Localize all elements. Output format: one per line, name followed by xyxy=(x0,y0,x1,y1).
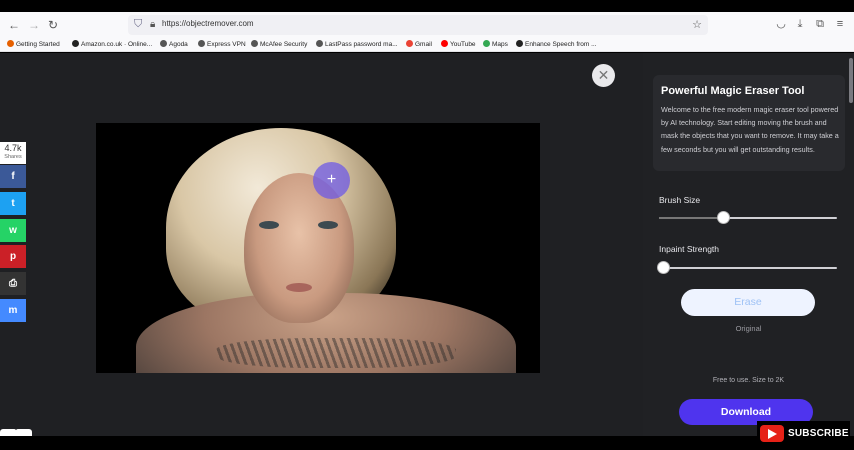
bookmark-favicon-icon xyxy=(316,40,323,47)
editor-workspace: ✕ + 4.7k Shares f t w p ⎙ m ⌃ xyxy=(0,53,643,436)
bookmark-item[interactable]: Agoda xyxy=(160,40,188,48)
bookmark-favicon-icon xyxy=(72,40,79,47)
bookmark-label: Express VPN xyxy=(207,41,246,48)
bookmark-item[interactable]: Express VPN xyxy=(198,40,246,48)
subscribe-overlay[interactable]: SUBSCRIBE xyxy=(757,421,850,447)
chevron-up-icon: ⌃ xyxy=(13,429,19,435)
forward-icon[interactable]: → xyxy=(26,17,42,33)
browser-toolbar: ← → ↻ ⛉ 🔒︎ https://objectremover.com ☆ ◡… xyxy=(0,12,854,38)
image-eye-right xyxy=(318,221,338,229)
pinterest-icon: p xyxy=(9,251,17,263)
bookmark-label: Amazon.co.uk · Online... xyxy=(81,41,153,48)
share-pinterest-button[interactable]: p xyxy=(0,245,26,269)
bookmark-item[interactable]: Enhance Speech from ... xyxy=(516,40,597,48)
address-bar[interactable]: ⛉ 🔒︎ https://objectremover.com ☆ xyxy=(128,15,708,35)
inpaint-strength-slider[interactable] xyxy=(656,261,837,274)
bookmark-favicon-icon xyxy=(516,40,523,47)
panel-title: Powerful Magic Eraser Tool xyxy=(661,85,805,97)
page-content: ✕ + 4.7k Shares f t w p ⎙ m ⌃ Powerful M… xyxy=(0,53,854,436)
bookmark-favicon-icon xyxy=(160,40,167,47)
twitter-icon: t xyxy=(11,197,15,209)
share-whatsapp-button[interactable]: w xyxy=(0,218,26,242)
bookmark-item[interactable]: LastPass password ma... xyxy=(316,40,398,48)
download-icon[interactable]: ⤓ xyxy=(793,17,807,31)
bookmark-label: Agoda xyxy=(169,41,188,48)
share-print-button[interactable]: ⎙ xyxy=(0,272,26,296)
menu-icon[interactable]: ≡ xyxy=(833,17,847,31)
bookmark-label: Enhance Speech from ... xyxy=(525,41,597,48)
screen: ← → ↻ ⛉ 🔒︎ https://objectremover.com ☆ ◡… xyxy=(0,0,854,450)
bookmark-label: Gmail xyxy=(415,41,432,48)
bookmark-favicon-icon xyxy=(7,40,14,47)
subscribe-label: SUBSCRIBE xyxy=(788,428,849,439)
brush-size-label: Brush Size xyxy=(659,195,701,205)
bookmark-label: LastPass password ma... xyxy=(325,41,398,48)
back-icon[interactable]: ← xyxy=(6,17,22,33)
bookmark-item[interactable]: YouTube xyxy=(441,40,476,48)
bookmark-item[interactable]: Gmail xyxy=(406,40,432,48)
share-facebook-button[interactable]: f xyxy=(0,165,26,188)
editable-image[interactable]: + xyxy=(96,123,540,373)
share-messenger-button[interactable]: m xyxy=(0,299,26,322)
brush-size-handle[interactable] xyxy=(717,211,731,224)
bookmark-label: Maps xyxy=(492,41,508,48)
bookmark-favicon-icon xyxy=(483,40,490,47)
shield-icon[interactable]: ⛉ xyxy=(134,18,142,31)
intro-card: Powerful Magic Eraser Tool Welcome to th… xyxy=(653,75,845,171)
facebook-icon: f xyxy=(11,171,15,182)
scroll-top-button[interactable]: ⌃ xyxy=(0,429,32,436)
bookmark-item[interactable]: Amazon.co.uk · Online... xyxy=(72,40,152,48)
youtube-logo-icon xyxy=(760,425,784,442)
page-scrollbar[interactable] xyxy=(849,58,853,103)
tool-panel: Powerful Magic Eraser Tool Welcome to th… xyxy=(643,53,854,436)
original-toggle[interactable]: Original xyxy=(643,324,854,333)
free-note: Free to use. Size to 2K xyxy=(712,377,785,384)
reload-icon[interactable]: ↻ xyxy=(45,17,61,33)
bookmark-star-icon[interactable]: ☆ xyxy=(692,18,702,31)
whatsapp-icon: w xyxy=(9,224,17,236)
inpaint-strength-label: Inpaint Strength xyxy=(659,244,720,254)
messenger-icon: m xyxy=(8,305,18,316)
bookmark-favicon-icon xyxy=(251,40,258,47)
share-count-label: Shares xyxy=(4,154,22,160)
share-twitter-button[interactable]: t xyxy=(0,191,26,215)
image-tattoo xyxy=(216,338,456,368)
bookmark-favicon-icon xyxy=(441,40,448,47)
extensions-icon[interactable]: ⧉ xyxy=(813,17,827,31)
pocket-icon[interactable]: ◡ xyxy=(774,17,788,31)
share-count: 4.7k Shares xyxy=(0,142,26,164)
url-text[interactable]: https://objectremover.com xyxy=(162,19,254,28)
bookmark-item[interactable]: Getting Started xyxy=(7,40,60,48)
bookmark-item[interactable]: McAfee Security xyxy=(251,40,307,48)
erase-button[interactable]: Erase xyxy=(681,289,815,316)
bookmark-favicon-icon xyxy=(406,40,413,47)
image-lips xyxy=(286,283,312,292)
lock-icon[interactable]: 🔒︎ xyxy=(150,19,155,30)
close-icon[interactable]: ✕ xyxy=(592,64,615,87)
brush-cursor[interactable]: + xyxy=(313,162,350,199)
panel-description: Welcome to the free modern magic eraser … xyxy=(661,105,839,154)
print-icon: ⎙ xyxy=(9,278,17,290)
crosshair-icon: + xyxy=(326,171,337,188)
bookmark-label: Getting Started xyxy=(16,41,60,48)
inpaint-strength-handle[interactable] xyxy=(656,261,670,274)
bookmark-label: YouTube xyxy=(450,41,476,48)
bookmark-label: McAfee Security xyxy=(260,41,308,48)
brush-size-fill xyxy=(659,217,724,219)
bookmark-item[interactable]: Maps xyxy=(483,40,508,48)
image-eye-left xyxy=(259,221,279,229)
bookmark-favicon-icon xyxy=(198,40,205,47)
bookmarks-bar: Getting Started Amazon.co.uk · Online... A… xyxy=(0,38,854,52)
share-count-number: 4.7k xyxy=(4,143,22,153)
brush-size-slider[interactable] xyxy=(659,211,837,224)
